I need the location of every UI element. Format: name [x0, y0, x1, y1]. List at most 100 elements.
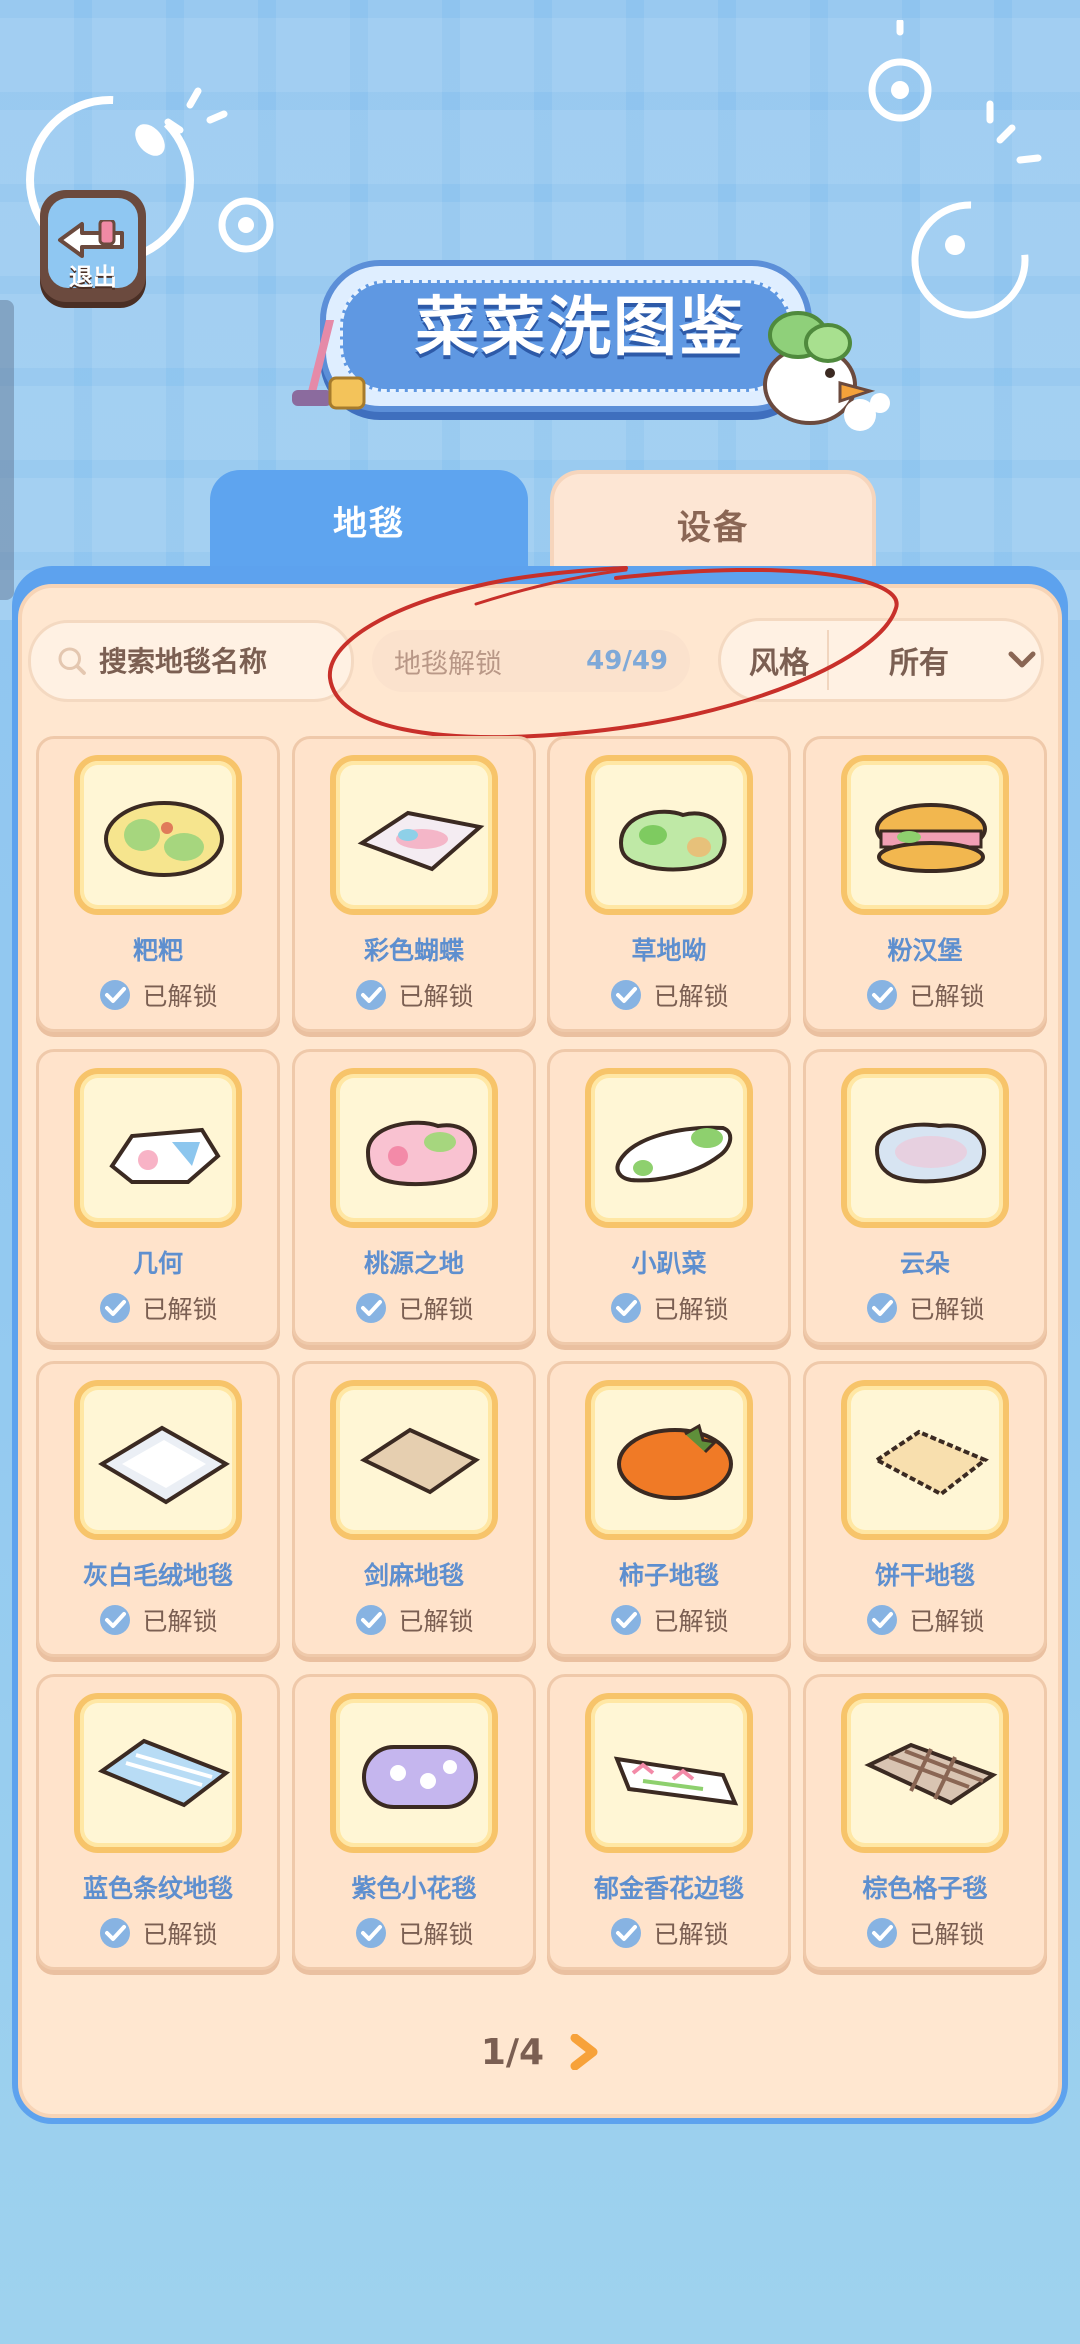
check-circle-icon: [611, 1605, 642, 1635]
rug-card[interactable]: 柿子地毯已解锁: [547, 1361, 791, 1657]
check-circle-icon: [356, 1918, 387, 1948]
rug-thumbnail: [585, 755, 753, 915]
rug-name: 蓝色条纹地毯: [82, 1874, 233, 1903]
rug-card[interactable]: 彩色蝴蝶 已解锁: [292, 736, 536, 1032]
rug-thumbnail: [841, 755, 1009, 915]
rug-card[interactable]: 几何已解锁: [36, 1049, 280, 1345]
unlock-status: 已解锁: [806, 1290, 1044, 1326]
rug-tulip-icon: [613, 1756, 739, 1806]
unlock-status-label: 已解锁: [142, 1920, 218, 1949]
rug-name: 桃源之地: [363, 1249, 464, 1278]
unlock-status-label: 已解锁: [653, 982, 729, 1011]
rug-thumbnail: [330, 755, 498, 915]
unlock-status: 已解锁: [39, 1290, 277, 1326]
title-banner: 菜菜洗图鉴: [280, 250, 890, 431]
rug-name: 粉汉堡: [887, 936, 963, 965]
rug-thumbnail: [74, 1380, 242, 1540]
search-input[interactable]: [97, 643, 351, 679]
tab-equipment-label: 设备: [677, 508, 749, 548]
unlock-status: 已解锁: [550, 1915, 788, 1951]
rug-thumbnail: [585, 1380, 753, 1540]
check-circle-icon: [611, 1918, 642, 1948]
unlock-status-label: 已解锁: [398, 1295, 474, 1324]
rug-thumbnail: [74, 755, 242, 915]
rug-peach-land-icon: [365, 1120, 477, 1187]
rug-purple-flower-icon: [362, 1745, 478, 1809]
check-circle-icon: [356, 980, 387, 1010]
unlock-status-label: 已解锁: [398, 982, 474, 1011]
rug-card[interactable]: 饼干地毯已解锁: [803, 1361, 1047, 1657]
check-circle-icon: [867, 1918, 898, 1948]
rug-card[interactable]: 蓝色条纹地毯已解锁: [36, 1674, 280, 1970]
rug-biscuit-icon: [873, 1429, 989, 1497]
unlock-status-label: 已解锁: [653, 1295, 729, 1324]
rug-sisal-icon: [359, 1427, 481, 1495]
side-drawer-handle[interactable]: [0, 300, 14, 600]
unlock-status: 已解锁: [39, 1915, 277, 1951]
rug-card[interactable]: 棕色格子毯已解锁: [803, 1674, 1047, 1970]
rug-name: 紫色小花毯: [351, 1874, 477, 1903]
rug-name: 棕色格子毯: [862, 1874, 988, 1903]
check-circle-icon: [611, 980, 642, 1010]
unlock-status: 已解锁: [806, 1602, 1044, 1638]
rug-thumbnail: [74, 1693, 242, 1853]
mop-bucket-icon: [292, 320, 366, 410]
exit-button[interactable]: 退出: [40, 190, 146, 302]
unlock-status: 已解锁: [295, 1290, 533, 1326]
unlock-status: 已解锁: [39, 1602, 277, 1638]
rug-name: 柿子地毯: [618, 1561, 719, 1590]
check-circle-icon: [867, 980, 898, 1010]
rug-card[interactable]: 郁金香花边毯 已解锁: [547, 1674, 791, 1970]
rug-name: 小趴菜: [631, 1249, 707, 1278]
rug-thumbnail: [585, 1068, 753, 1228]
rug-card[interactable]: 灰白毛绒地毯已解锁: [36, 1361, 280, 1657]
next-page-icon[interactable]: [569, 2034, 599, 2070]
search-box[interactable]: [28, 620, 354, 702]
rug-card[interactable]: 紫色小花毯 已解锁: [292, 1674, 536, 1970]
unlock-status-label: 已解锁: [653, 1607, 729, 1636]
search-icon: [58, 647, 86, 675]
unlock-status-label: 已解锁: [909, 982, 985, 1011]
unlock-status-label: 已解锁: [398, 1607, 474, 1636]
chevron-down-icon: [1008, 651, 1036, 668]
unlock-status-label: 已解锁: [909, 1607, 985, 1636]
rug-card[interactable]: 粉汉堡已解锁: [803, 736, 1047, 1032]
rug-thumbnail: [841, 1693, 1009, 1853]
rug-card[interactable]: 小趴菜已解锁: [547, 1049, 791, 1345]
rug-butterfly-icon: [357, 810, 485, 872]
rug-card[interactable]: 桃源之地已解锁: [292, 1049, 536, 1345]
duck-mascot-icon: [763, 311, 890, 431]
rug-name: 几何: [132, 1249, 183, 1278]
rug-name: 剑麻地毯: [363, 1561, 464, 1590]
check-circle-icon: [100, 1293, 131, 1323]
rug-name: 灰白毛绒地毯: [82, 1561, 233, 1590]
rug-cloud-icon: [874, 1122, 987, 1184]
check-circle-icon: [611, 1293, 642, 1323]
rug-thumbnail: [330, 1068, 498, 1228]
rug-name: 郁金香花边毯: [593, 1874, 744, 1903]
unlock-status: 已解锁: [806, 1915, 1044, 1951]
rug-card[interactable]: 粑粑 已解锁: [36, 736, 280, 1032]
unlock-status-label: 已解锁: [909, 1920, 985, 1949]
check-circle-icon: [867, 1293, 898, 1323]
unlock-status: 已解锁: [806, 977, 1044, 1013]
unlock-status-label: 已解锁: [142, 1295, 218, 1324]
check-circle-icon: [356, 1605, 387, 1635]
rug-card[interactable]: 剑麻地毯已解锁: [292, 1361, 536, 1657]
check-circle-icon: [356, 1293, 387, 1323]
bubble-decoration-icon: [868, 20, 1042, 319]
rug-name: 饼干地毯: [874, 1561, 975, 1590]
rug-grass-icon: [618, 809, 727, 872]
rug-name: 粑粑: [132, 936, 183, 965]
rug-card[interactable]: 云朵 已解锁: [803, 1049, 1047, 1345]
unlock-status-label: 已解锁: [142, 1607, 218, 1636]
rug-card[interactable]: 草地呦 已解锁: [547, 736, 791, 1032]
unlock-status: 已解锁: [295, 1915, 533, 1951]
rug-persimmon-icon: [617, 1423, 733, 1500]
rug-thumbnail: [585, 1693, 753, 1853]
rug-thumbnail: [841, 1380, 1009, 1540]
rug-thumbnail: [74, 1068, 242, 1228]
rug-burger-icon: [875, 803, 987, 873]
rug-thumbnail: [330, 1693, 498, 1853]
unlock-status: 已解锁: [39, 977, 277, 1013]
